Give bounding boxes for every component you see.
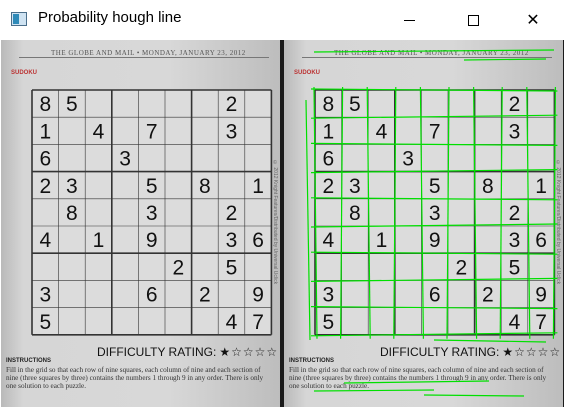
side-credit: © 2012 Knight Features/Distributed by Un… [272, 160, 278, 285]
sudoku-cell-digit: 8 [66, 202, 78, 225]
maximize-button[interactable] [450, 0, 496, 40]
rating-stars: ★☆☆☆☆ [219, 345, 279, 359]
original-image-panel: THE GLOBE AND MAIL • MONDAY, JANUARY 23,… [1, 40, 280, 407]
hough-line-segment [419, 86, 424, 339]
instructions-title: INSTRUCTIONS [6, 358, 51, 364]
hough-line-segment [526, 86, 531, 339]
hough-line-segment [366, 86, 371, 339]
hough-line-segment [473, 86, 478, 339]
title-bar: Probability hough line ✕ [0, 0, 565, 40]
sudoku-cell-digit: 6 [252, 229, 264, 252]
sudoku-cell-digit: 2 [199, 284, 211, 307]
sudoku-cell-digit: 2 [39, 175, 51, 198]
window-title: Probability hough line [38, 9, 182, 26]
hough-line-segment [343, 380, 490, 384]
hough-line-segment [552, 86, 556, 339]
hough-line-segment [310, 114, 558, 119]
minimize-button[interactable] [386, 0, 432, 40]
hough-line-segment [310, 88, 558, 92]
sudoku-cell-digit: 7 [146, 120, 158, 143]
sudoku-cell-digit: 1 [93, 229, 105, 252]
hough-line-segment [310, 277, 558, 282]
hough-line-segment [313, 389, 435, 392]
hough-line-segment [310, 197, 558, 201]
sudoku-cell-digit: 1 [252, 175, 264, 198]
hough-line-segment [310, 251, 558, 255]
maximize-icon [467, 14, 479, 26]
sudoku-cell-digit: 6 [146, 284, 158, 307]
hough-line-segment [310, 306, 558, 310]
close-button[interactable]: ✕ [510, 0, 556, 40]
hough-line-segment [433, 339, 547, 343]
hough-line-segment [423, 394, 525, 397]
sudoku-cell-digit: 3 [226, 120, 238, 143]
hough-line-segment [446, 86, 450, 339]
sudoku-cell-digit: 9 [252, 284, 264, 307]
sudoku-cell-digit: 3 [146, 202, 158, 225]
hough-line-overlay [305, 49, 558, 397]
hough-line-segment [310, 223, 558, 228]
hough-line-segment [313, 49, 555, 53]
sudoku-cell-digit: 5 [39, 311, 51, 334]
hough-line-segment [310, 142, 558, 146]
hough-result-panel: THE GLOBE AND MAIL • MONDAY, JANUARY 23,… [284, 40, 563, 407]
sudoku-cell-digit: 7 [252, 311, 264, 334]
sudoku-cell-digit: 9 [146, 229, 158, 252]
difficulty-rating: DIFFICULTY RATING: ★☆☆☆☆ [97, 345, 278, 359]
sudoku-cell-digit: 1 [39, 120, 51, 143]
hough-line-segment [313, 86, 318, 339]
sudoku-cell-digit: 2 [172, 256, 184, 279]
image-canvas: THE GLOBE AND MAIL • MONDAY, JANUARY 23,… [1, 40, 564, 407]
sudoku-cell-digit: 3 [39, 284, 51, 307]
sudoku-cell-digit: 5 [146, 175, 158, 198]
sudoku-cell-digit: 5 [226, 256, 238, 279]
sudoku-cell-digit: 3 [119, 148, 131, 171]
sudoku-cell-digit: 6 [39, 148, 51, 171]
sudoku-cell-digit: 8 [39, 93, 51, 116]
sudoku-cell-digit: 2 [226, 93, 238, 116]
minimize-icon [403, 19, 415, 21]
hough-line-segment [340, 86, 344, 339]
sudoku-cell-digit: 4 [226, 311, 238, 334]
rating-label: DIFFICULTY RATING: [97, 345, 217, 359]
sudoku-cell-digit: 4 [93, 120, 105, 143]
sudoku-cell-digit: 4 [39, 229, 51, 252]
sudoku-cell-digit: 8 [199, 175, 211, 198]
hough-line-segment [305, 99, 311, 341]
hough-line-segment [310, 332, 558, 337]
sudoku-cell-digit: 2 [226, 202, 238, 225]
app-window-icon [11, 12, 27, 26]
sudoku-cell-digit: 5 [66, 93, 78, 116]
hough-line-segment [393, 86, 397, 339]
sudoku-cell-digit: 3 [66, 175, 78, 198]
close-icon: ✕ [526, 12, 540, 29]
sudoku-cell-digit: 3 [226, 229, 238, 252]
instructions-text: Fill in the grid so that each row of nin… [6, 366, 264, 390]
hough-line-segment [463, 58, 547, 61]
hough-line-segment [499, 86, 503, 339]
hough-line-segment [310, 169, 558, 174]
